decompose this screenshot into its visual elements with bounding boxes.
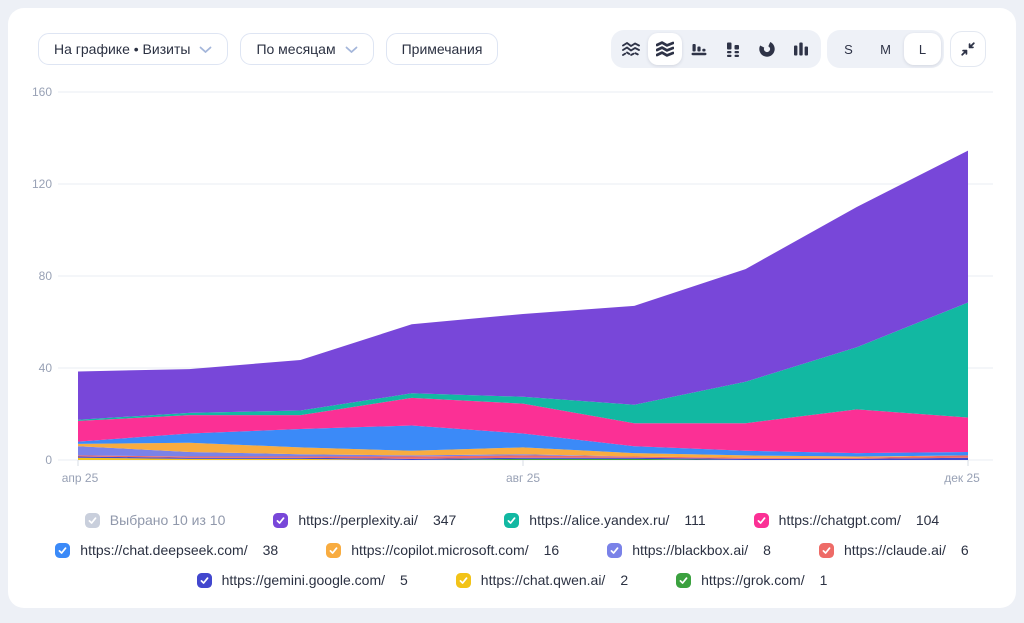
svg-text:авг 25: авг 25 [506, 471, 540, 485]
legend-item[interactable]: https://chat.qwen.ai/ 2 [456, 572, 628, 588]
legend-item-label: https://blackbox.ai/ [632, 542, 748, 558]
svg-text:дек 25: дек 25 [944, 471, 980, 485]
legend: Выбрано 10 из 10 https://perplexity.ai/ … [8, 508, 1016, 592]
checkbox-icon [85, 513, 100, 528]
legend-item[interactable]: https://chatgpt.com/ 104 [754, 512, 940, 528]
checkbox-icon [819, 543, 834, 558]
checkbox-icon [456, 573, 471, 588]
legend-row: https://chat.deepseek.com/ 38 https://co… [8, 538, 1016, 562]
legend-item-value: 111 [684, 512, 705, 528]
legend-item-value: 16 [544, 542, 560, 558]
area-series[interactable] [78, 151, 968, 460]
legend-item-label: Выбрано 10 из 10 [110, 512, 226, 528]
legend-item-label: https://chatgpt.com/ [779, 512, 901, 528]
legend-item[interactable]: https://blackbox.ai/ 8 [607, 542, 771, 558]
legend-item-label: https://perplexity.ai/ [298, 512, 418, 528]
legend-item-label: https://alice.yandex.ru/ [529, 512, 669, 528]
checkbox-icon [676, 573, 691, 588]
chart-widget-card: На графике • Визиты По месяцам Примечани… [8, 8, 1016, 608]
page: { "toolbar": { "metric_button": "На граф… [0, 0, 1024, 623]
legend-item[interactable]: https://perplexity.ai/ 347 [273, 512, 456, 528]
visits-chart[interactable]: 0 40 80 120 160 апр 25 авг 25 дек 25 [8, 8, 1016, 508]
legend-item[interactable]: https://copilot.microsoft.com/ 16 [326, 542, 559, 558]
checkbox-icon [197, 573, 212, 588]
legend-item-label: https://chat.deepseek.com/ [80, 542, 247, 558]
legend-item-label: https://gemini.google.com/ [222, 572, 385, 588]
legend-item[interactable]: https://gemini.google.com/ 5 [197, 572, 408, 588]
svg-text:80: 80 [39, 269, 53, 283]
svg-text:120: 120 [32, 177, 52, 191]
svg-text:40: 40 [39, 361, 53, 375]
legend-row: Выбрано 10 из 10 https://perplexity.ai/ … [8, 508, 1016, 532]
legend-row: https://gemini.google.com/ 5 https://cha… [8, 568, 1016, 592]
legend-item-value: 104 [916, 512, 939, 528]
legend-item-value: 6 [961, 542, 969, 558]
checkbox-icon [504, 513, 519, 528]
legend-item[interactable]: https://claude.ai/ 6 [819, 542, 969, 558]
legend-item-value: 8 [763, 542, 771, 558]
legend-item-value: 347 [433, 512, 456, 528]
legend-item-value: 2 [620, 572, 628, 588]
svg-text:0: 0 [45, 453, 52, 467]
svg-text:160: 160 [32, 85, 52, 99]
checkbox-icon [326, 543, 341, 558]
legend-item-value: 5 [400, 572, 408, 588]
legend-item[interactable]: Выбрано 10 из 10 [85, 512, 226, 528]
checkbox-icon [55, 543, 70, 558]
legend-item-label: https://claude.ai/ [844, 542, 946, 558]
svg-text:апр 25: апр 25 [62, 471, 99, 485]
legend-item-label: https://grok.com/ [701, 572, 804, 588]
checkbox-icon [607, 543, 622, 558]
checkbox-icon [754, 513, 769, 528]
legend-item-value: 1 [820, 572, 828, 588]
legend-item[interactable]: https://chat.deepseek.com/ 38 [55, 542, 278, 558]
legend-item-value: 38 [263, 542, 279, 558]
legend-item[interactable]: https://alice.yandex.ru/ 111 [504, 512, 705, 528]
legend-item[interactable]: https://grok.com/ 1 [676, 572, 827, 588]
legend-item-label: https://copilot.microsoft.com/ [351, 542, 528, 558]
checkbox-icon [273, 513, 288, 528]
legend-item-label: https://chat.qwen.ai/ [481, 572, 606, 588]
